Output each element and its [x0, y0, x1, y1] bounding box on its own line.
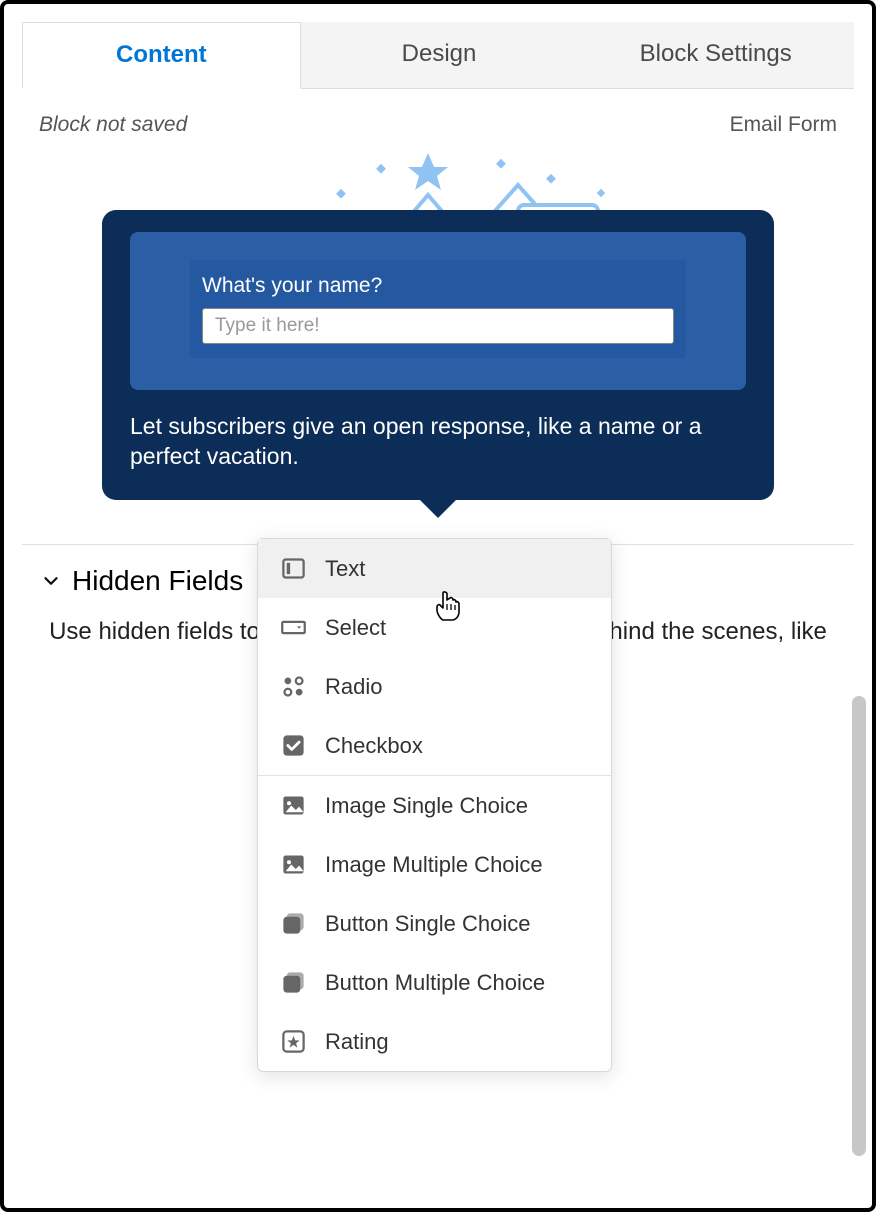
- dropdown-option-button-single[interactable]: Button Single Choice: [258, 894, 611, 953]
- dropdown-label: Image Multiple Choice: [325, 852, 543, 878]
- tabs-row: Content Design Block Settings: [22, 22, 854, 89]
- cursor-pointer-icon: [434, 590, 464, 624]
- save-status: Block not saved: [39, 113, 187, 137]
- dropdown-option-image-single[interactable]: Image Single Choice: [258, 776, 611, 835]
- tooltip-preview: What's your name? Type it here!: [130, 232, 746, 390]
- preview-input: Type it here!: [202, 308, 674, 344]
- rating-icon: [280, 1028, 307, 1055]
- dropdown-label: Button Multiple Choice: [325, 970, 545, 996]
- dropdown-option-checkbox[interactable]: Checkbox: [258, 716, 611, 775]
- tab-block-settings[interactable]: Block Settings: [577, 22, 854, 88]
- dropdown-label: Checkbox: [325, 733, 423, 759]
- dropdown-option-radio[interactable]: Radio: [258, 657, 611, 716]
- preview-question: What's your name?: [202, 274, 674, 298]
- button-stack-icon: [280, 969, 307, 996]
- hidden-fields-title: Hidden Fields: [72, 565, 243, 597]
- chevron-down-icon: [40, 570, 62, 592]
- scrollbar-thumb[interactable]: [852, 696, 866, 1156]
- preview-area: What's your name? Type it here! Let subs…: [22, 145, 854, 545]
- tab-design[interactable]: Design: [301, 22, 578, 88]
- dropdown-option-rating[interactable]: Rating: [258, 1012, 611, 1071]
- dropdown-label: Image Single Choice: [325, 793, 528, 819]
- radio-icon: [280, 673, 307, 700]
- tab-content[interactable]: Content: [22, 22, 301, 89]
- button-stack-icon: [280, 910, 307, 937]
- tooltip-arrow-icon: [418, 498, 458, 518]
- dropdown-label: Select: [325, 615, 386, 641]
- text-field-icon: [280, 555, 307, 582]
- dropdown-label: Radio: [325, 674, 382, 700]
- image-icon: [280, 792, 307, 819]
- select-field-icon: [280, 614, 307, 641]
- dropdown-option-image-multiple[interactable]: Image Multiple Choice: [258, 835, 611, 894]
- status-row: Block not saved Email Form: [4, 89, 872, 145]
- dropdown-label: Button Single Choice: [325, 911, 530, 937]
- image-icon: [280, 851, 307, 878]
- dropdown-label: Text: [325, 556, 365, 582]
- tooltip-card: What's your name? Type it here! Let subs…: [102, 210, 774, 500]
- tooltip-description: Let subscribers give an open response, l…: [130, 412, 746, 472]
- dropdown-label: Rating: [325, 1029, 389, 1055]
- checkbox-icon: [280, 732, 307, 759]
- dropdown-option-button-multiple[interactable]: Button Multiple Choice: [258, 953, 611, 1012]
- block-type-label: Email Form: [730, 113, 837, 137]
